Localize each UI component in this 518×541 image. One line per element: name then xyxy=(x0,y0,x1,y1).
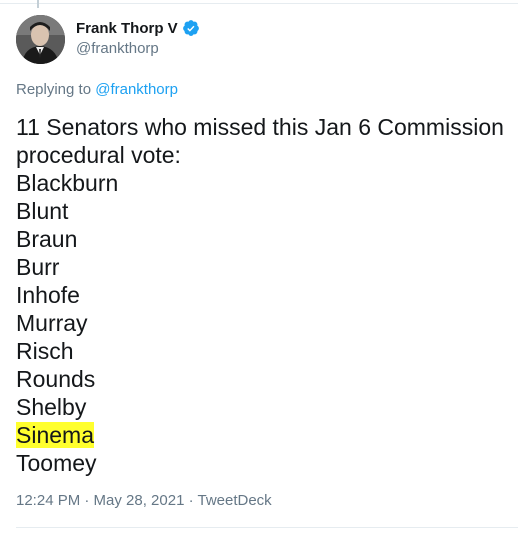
author-handle[interactable]: @frankthorp xyxy=(76,40,200,57)
verified-badge-icon xyxy=(182,19,200,37)
author-name-row: Frank Thorp V xyxy=(76,18,200,38)
tweet-text: 11 Senators who missed this Jan 6 Commis… xyxy=(16,113,506,477)
tweet-line-highlighted: Sinema xyxy=(16,421,506,449)
tweet-timestamp[interactable]: 12:24 PM · May 28, 2021 · TweetDeck xyxy=(16,492,272,509)
tweet-line: Braun xyxy=(16,226,78,252)
replying-to-label: Replying to xyxy=(16,81,92,98)
thread-connector-line xyxy=(37,0,39,8)
avatar[interactable] xyxy=(16,15,65,64)
tweet-line: Rounds xyxy=(16,366,96,392)
tweet-line: Risch xyxy=(16,338,74,364)
top-divider xyxy=(0,3,518,4)
tweet-line: Blunt xyxy=(16,198,69,224)
tweet-line: Toomey xyxy=(16,450,97,476)
tweet-line: Murray xyxy=(16,310,88,336)
tweet-line: 11 Senators who missed this Jan 6 Commis… xyxy=(16,114,504,140)
author-block: Frank Thorp V @frankthorp xyxy=(76,18,200,57)
tweet-line: Inhofe xyxy=(16,282,80,308)
highlighted-senator: Sinema xyxy=(16,422,94,448)
replying-to-mention-link[interactable]: @frankthorp xyxy=(95,81,178,98)
tweet-line: procedural vote: xyxy=(16,142,181,168)
profile-photo-icon xyxy=(16,15,65,64)
tweet-line: Burr xyxy=(16,254,60,280)
tweet-line: Shelby xyxy=(16,394,87,420)
author-display-name[interactable]: Frank Thorp V xyxy=(76,20,178,37)
replying-to-line: Replying to @frankthorp xyxy=(16,81,178,98)
bottom-divider xyxy=(16,527,518,528)
tweet-line: Blackburn xyxy=(16,170,119,196)
